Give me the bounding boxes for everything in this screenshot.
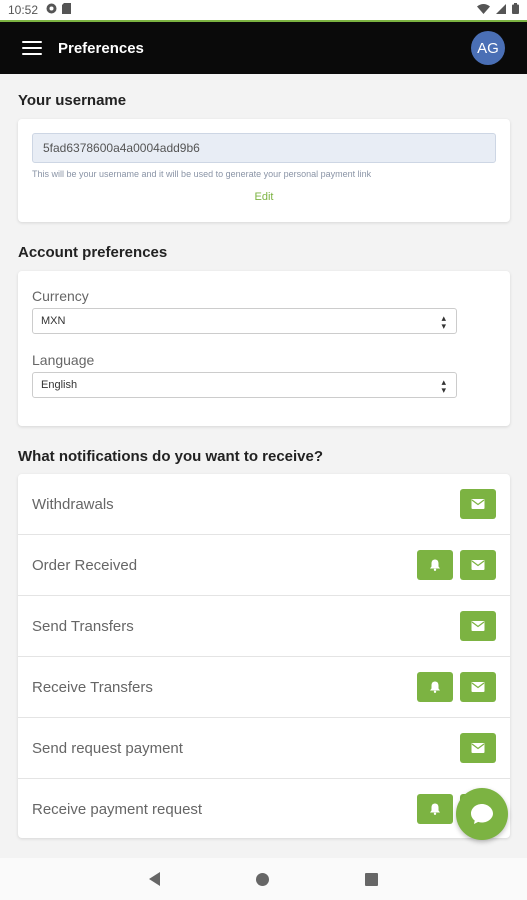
currency-label: Currency: [32, 288, 89, 304]
username-card: 5fad6378600a4a0004add9b6 This will be yo…: [18, 119, 510, 222]
email-toggle-button[interactable]: [460, 733, 496, 763]
notification-label: Order Received: [32, 556, 138, 574]
notification-row-send-transfers: Send Transfers: [18, 596, 510, 657]
notification-row-withdrawals: Withdrawals: [18, 474, 510, 535]
currency-select[interactable]: MXN ▴ ▾: [32, 308, 457, 334]
envelope-icon: [471, 621, 485, 631]
status-time: 10:52: [8, 3, 39, 17]
username-section-title: Your username: [18, 92, 127, 109]
nav-back-icon[interactable]: [149, 872, 160, 886]
battery-icon: [512, 3, 519, 17]
edit-username-link[interactable]: Edit: [18, 191, 510, 203]
notifications-section-title: What notifications do you want to receiv…: [18, 448, 324, 465]
bell-icon: [430, 681, 440, 693]
chat-button[interactable]: [456, 788, 508, 840]
bell-icon: [430, 559, 440, 571]
email-toggle-button[interactable]: [460, 672, 496, 702]
language-value: English: [41, 379, 78, 391]
sd-card-status-icon: [62, 3, 72, 17]
system-nav-bar: [0, 858, 527, 900]
email-toggle-button[interactable]: [460, 611, 496, 641]
email-toggle-button[interactable]: [460, 489, 496, 519]
nav-home-icon[interactable]: [256, 872, 269, 886]
username-hint: This will be your username and it will b…: [32, 169, 372, 179]
language-label: Language: [32, 352, 95, 368]
notification-row-receive-payment-request: Receive payment request: [18, 779, 510, 838]
page-title: Preferences: [58, 39, 144, 57]
language-select[interactable]: English ▴ ▾: [32, 372, 457, 398]
account-section-title: Account preferences: [18, 244, 168, 261]
account-preferences-card: Currency MXN ▴ ▾ Language English ▴ ▾: [18, 271, 510, 426]
notification-row-receive-transfers: Receive Transfers: [18, 657, 510, 718]
notification-label: Receive payment request: [32, 800, 203, 818]
notification-label: Send Transfers: [32, 617, 134, 635]
status-bar: 10:52: [0, 0, 527, 22]
notification-label: Receive Transfers: [32, 678, 153, 696]
wifi-icon: [477, 3, 490, 17]
notification-row-send-request-payment: Send request payment: [18, 718, 510, 779]
select-arrows-icon: ▴ ▾: [441, 313, 446, 331]
notification-label: Send request payment: [32, 739, 183, 757]
push-toggle-button[interactable]: [417, 550, 453, 580]
username-field[interactable]: 5fad6378600a4a0004add9b6: [32, 133, 496, 163]
cellular-icon: [496, 3, 506, 17]
nav-recents-icon[interactable]: [365, 872, 378, 886]
app-bar: Preferences AG: [0, 22, 527, 74]
notification-label: Withdrawals: [32, 495, 114, 513]
settings-status-icon: [46, 3, 57, 17]
select-arrows-icon: ▴ ▾: [441, 377, 446, 395]
envelope-icon: [471, 560, 485, 570]
currency-value: MXN: [41, 315, 66, 327]
notifications-card: Withdrawals Order Received Send Transfer…: [18, 474, 510, 838]
push-toggle-button[interactable]: [417, 794, 453, 824]
envelope-icon: [471, 499, 485, 509]
push-toggle-button[interactable]: [417, 672, 453, 702]
chat-bubble-icon: [471, 804, 493, 824]
avatar[interactable]: AG: [471, 31, 505, 65]
envelope-icon: [471, 743, 485, 753]
envelope-icon: [471, 682, 485, 692]
notification-row-order-received: Order Received: [18, 535, 510, 596]
bell-icon: [430, 803, 440, 815]
hamburger-menu-icon[interactable]: [22, 41, 42, 55]
email-toggle-button[interactable]: [460, 550, 496, 580]
preferences-content[interactable]: Your username 5fad6378600a4a0004add9b6 T…: [0, 74, 527, 858]
